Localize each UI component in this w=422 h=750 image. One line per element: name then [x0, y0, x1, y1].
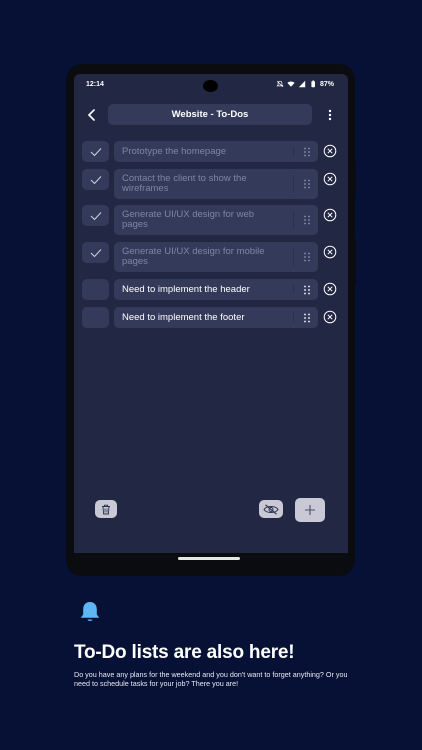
plus-icon	[305, 505, 315, 515]
bottom-toolbar	[74, 498, 348, 524]
todo-item[interactable]: Generate UI/UX design for web pages	[114, 205, 318, 235]
todo-row: Need to implement the footer	[74, 307, 348, 328]
status-icons: 87%	[276, 80, 334, 88]
top-app-bar: Website - To-Dos	[74, 104, 348, 126]
bell-icon	[80, 602, 100, 621]
todo-item[interactable]: Need to implement the footer	[114, 307, 318, 328]
divider	[293, 175, 294, 193]
todo-text: Generate UI/UX design for mobile pages	[122, 246, 265, 267]
todo-checkbox[interactable]	[82, 242, 109, 263]
battery-level: 87%	[319, 80, 334, 88]
drag-handle-icon[interactable]	[302, 312, 312, 324]
todo-item[interactable]: Contact the client to show the wireframe…	[114, 169, 318, 199]
check-icon	[90, 248, 101, 257]
todo-text: Prototype the homepage	[122, 145, 227, 157]
battery-icon	[311, 80, 315, 88]
close-circle-icon[interactable]	[323, 282, 337, 296]
close-circle-icon[interactable]	[323, 144, 337, 158]
todo-checkbox[interactable]	[82, 279, 109, 300]
eye-off-icon	[263, 503, 279, 515]
status-time: 12:14	[86, 81, 104, 88]
more-vertical-icon	[328, 109, 332, 121]
todo-item[interactable]: Generate UI/UX design for mobile pages	[114, 242, 318, 272]
close-circle-icon[interactable]	[323, 310, 337, 324]
divider	[293, 313, 294, 322]
list-title-text: Website - To-Dos	[171, 109, 249, 120]
todo-text: Contact the client to show the wireframe…	[122, 173, 247, 194]
drag-handle-icon[interactable]	[302, 146, 312, 158]
delete-list-button[interactable]	[95, 500, 117, 518]
todo-text: Need to implement the footer	[122, 311, 245, 323]
close-circle-icon[interactable]	[323, 208, 337, 222]
mute-icon	[276, 80, 284, 88]
check-icon	[90, 175, 101, 184]
todo-item[interactable]: Prototype the homepage	[114, 141, 318, 162]
system-nav-bar	[66, 553, 355, 576]
list-title[interactable]: Website - To-Dos	[108, 104, 312, 125]
divider	[293, 211, 294, 229]
todo-row: Contact the client to show the wireframe…	[74, 169, 348, 199]
signal-icon	[298, 80, 306, 88]
trash-icon	[102, 504, 110, 514]
phone-screen: 12:14 87% Website - To-Dos Prototype the…	[74, 74, 348, 553]
add-todo-button[interactable]	[295, 498, 325, 522]
drag-handle-icon[interactable]	[302, 178, 312, 190]
divider	[293, 248, 294, 266]
todo-checkbox[interactable]	[82, 169, 109, 190]
phone-side-button	[353, 165, 356, 195]
back-button[interactable]	[84, 107, 100, 123]
todo-checkbox[interactable]	[82, 141, 109, 162]
promo-headline: To-Do lists are also here!	[74, 642, 295, 663]
close-circle-icon[interactable]	[323, 245, 337, 259]
home-indicator[interactable]	[178, 557, 240, 560]
drag-handle-icon[interactable]	[302, 251, 312, 263]
todo-row: Need to implement the header	[74, 279, 348, 300]
todo-row: Generate UI/UX design for mobile pages	[74, 242, 348, 272]
phone-side-button	[353, 238, 356, 284]
todo-row: Prototype the homepage	[74, 141, 348, 162]
drag-handle-icon[interactable]	[302, 214, 312, 226]
check-icon	[90, 211, 101, 220]
chevron-left-icon	[88, 109, 95, 121]
divider	[293, 147, 294, 156]
close-circle-icon[interactable]	[323, 172, 337, 186]
front-camera	[203, 80, 218, 92]
drag-handle-icon[interactable]	[302, 284, 312, 296]
hide-completed-button[interactable]	[259, 500, 283, 518]
todo-checkbox[interactable]	[82, 205, 109, 226]
todo-checkbox[interactable]	[82, 307, 109, 328]
todo-text: Need to implement the header	[122, 283, 250, 295]
divider	[293, 285, 294, 294]
promo-description: Do you have any plans for the weekend an…	[74, 670, 348, 688]
todo-text: Generate UI/UX design for web pages	[122, 209, 255, 230]
check-icon	[90, 147, 101, 156]
wifi-icon	[287, 81, 295, 87]
todo-row: Generate UI/UX design for web pages	[74, 205, 348, 235]
todo-item[interactable]: Need to implement the header	[114, 279, 318, 300]
more-options-button[interactable]	[324, 107, 336, 123]
